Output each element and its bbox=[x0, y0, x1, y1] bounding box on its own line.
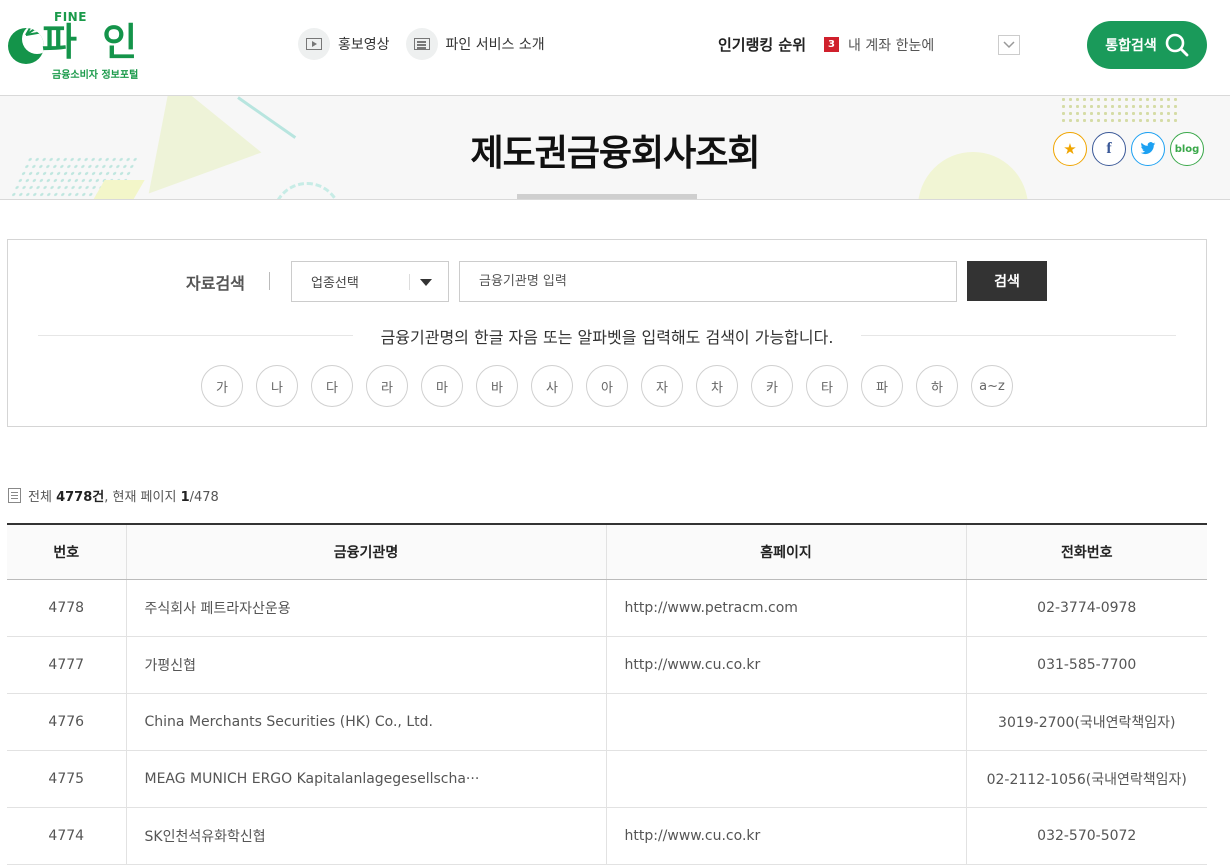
dropdown-arrow-icon bbox=[420, 279, 432, 286]
table-row[interactable]: 4778 주식회사 페트라자산운용 http://www.petracm.com 02… bbox=[7, 579, 1207, 637]
blog-icon: blog bbox=[1174, 143, 1200, 155]
institution-table: 번호 금융기관명 홈페이지 전화번호 4778 주식회사 페트라자산운용 http:… bbox=[7, 523, 1207, 865]
page-total: /478 bbox=[189, 490, 219, 505]
search-submit-button[interactable]: 검색 bbox=[967, 261, 1047, 301]
initial-button[interactable]: 사 bbox=[531, 365, 573, 407]
column-number: 번호 bbox=[7, 523, 126, 580]
blog-share-button[interactable]: blog bbox=[1170, 132, 1204, 166]
bookmark-star-button[interactable]: ★ bbox=[1053, 132, 1087, 166]
table-row[interactable]: 4776 China Merchants Securities (HK) Co.,… bbox=[7, 693, 1207, 751]
page-prefix: , 현재 페이지 bbox=[104, 490, 181, 505]
twitter-icon bbox=[1140, 142, 1156, 155]
integrated-search-button[interactable]: 통합검색 bbox=[1087, 21, 1207, 69]
row-homepage-link[interactable]: http://www.petracm.com bbox=[605, 579, 966, 637]
ranking-expand-button[interactable] bbox=[998, 34, 1021, 55]
initial-button[interactable]: 라 bbox=[366, 365, 408, 407]
nav-promo-video-label: 홍보영상 bbox=[338, 37, 390, 53]
star-icon: ★ bbox=[1063, 140, 1077, 158]
table-header-row: 번호 금융기관명 홈페이지 전화번호 bbox=[7, 523, 1207, 580]
chevron-down-icon bbox=[1003, 40, 1015, 48]
facebook-icon: f bbox=[1106, 140, 1112, 157]
search-label: 자료검색 bbox=[186, 274, 245, 293]
row-number: 4775 bbox=[7, 750, 126, 808]
search-panel: 자료검색 업종선택 검색 금융기관명의 한글 자음 또는 알파벳을 입력해도 검… bbox=[7, 239, 1207, 427]
logo-mark-icon bbox=[8, 28, 44, 64]
results-summary: 전체 4778건, 현재 페이지 1/478 bbox=[8, 486, 219, 505]
initial-button[interactable]: 자 bbox=[641, 365, 683, 407]
row-institution-name[interactable]: 가평신협 bbox=[125, 636, 606, 694]
title-underline bbox=[517, 194, 697, 199]
column-homepage: 홈페이지 bbox=[605, 523, 966, 580]
page-banner: 제도권금융회사조회 ★ f blog bbox=[0, 96, 1230, 200]
column-name: 금융기관명 bbox=[125, 523, 606, 580]
row-number: 4776 bbox=[7, 693, 126, 751]
initial-filter: 가 나 다 라 마 바 사 아 자 차 카 타 파 하 a~z bbox=[201, 365, 1013, 407]
header-nav: 홍보영상 파인 서비스 소개 bbox=[298, 28, 545, 60]
row-homepage-link[interactable]: http://www.cu.co.kr bbox=[605, 636, 966, 694]
initial-button[interactable]: 파 bbox=[861, 365, 903, 407]
row-phone: 3019-2700(국내연락책임자) bbox=[965, 693, 1207, 751]
twitter-share-button[interactable] bbox=[1131, 132, 1165, 166]
total-prefix: 전체 bbox=[28, 490, 57, 505]
initial-button[interactable]: 차 bbox=[696, 365, 738, 407]
row-number: 4774 bbox=[7, 807, 126, 865]
nav-service-intro[interactable]: 파인 서비스 소개 bbox=[405, 28, 545, 60]
fine-logo[interactable]: FINE 파 인 금융소비자 정보포털 bbox=[8, 10, 148, 82]
total-count: 4778건 bbox=[56, 490, 105, 505]
column-phone: 전화번호 bbox=[965, 523, 1207, 580]
row-phone: 031-585-7700 bbox=[965, 636, 1207, 694]
row-institution-name[interactable]: China Merchants Securities (HK) Co., Ltd… bbox=[125, 693, 606, 751]
video-icon bbox=[298, 28, 330, 60]
row-homepage-link[interactable]: http://www.cu.co.kr bbox=[605, 807, 966, 865]
site-header: FINE 파 인 금융소비자 정보포털 홍보영상 파인 서비스 소개 인기랭킹 … bbox=[0, 0, 1230, 96]
row-phone: 02-2112-1056(국내연락책임자) bbox=[965, 750, 1207, 808]
search-hint: 금융기관명의 한글 자음 또는 알파벳을 입력해도 검색이 가능합니다. bbox=[352, 328, 862, 347]
ranking-title: 인기랭킹 순위 bbox=[718, 36, 807, 54]
logo-subtitle: 금융소비자 정보포털 bbox=[52, 70, 139, 81]
integrated-search-label: 통합검색 bbox=[1105, 38, 1157, 54]
row-institution-name[interactable]: MEAG MUNICH ERGO Kapitalanlagegesellscha… bbox=[125, 750, 606, 808]
document-icon bbox=[405, 28, 438, 60]
initial-button[interactable]: 나 bbox=[256, 365, 298, 407]
category-select-value: 업종선택 bbox=[311, 276, 359, 291]
row-number: 4777 bbox=[7, 636, 126, 694]
table-row[interactable]: 4775 MEAG MUNICH ERGO Kapitalanlagegesell… bbox=[7, 750, 1207, 808]
row-number: 4778 bbox=[7, 579, 126, 637]
initial-button[interactable]: a~z bbox=[971, 365, 1013, 407]
initial-button[interactable]: 마 bbox=[421, 365, 463, 407]
row-homepage-link bbox=[605, 693, 966, 751]
initial-button[interactable]: 하 bbox=[916, 365, 958, 407]
table-row[interactable]: 4774 SK인천석유화학신협 http://www.cu.co.kr 032-570… bbox=[7, 807, 1207, 865]
initial-button[interactable]: 타 bbox=[806, 365, 848, 407]
share-buttons: ★ f blog bbox=[1053, 132, 1204, 166]
row-phone: 032-570-5072 bbox=[965, 807, 1207, 865]
popular-ranking: 인기랭킹 순위 3 내 계좌 한눈에 bbox=[718, 34, 1021, 55]
page-title: 제도권금융회사조회 bbox=[470, 133, 760, 174]
logo-name: 파 인 bbox=[42, 20, 144, 64]
current-page: 1 bbox=[180, 490, 190, 505]
category-select[interactable]: 업종선택 bbox=[291, 261, 449, 302]
ranking-number-badge: 3 bbox=[824, 37, 840, 52]
initial-button[interactable]: 카 bbox=[751, 365, 793, 407]
row-institution-name[interactable]: SK인천석유화학신협 bbox=[125, 807, 606, 865]
row-homepage-link bbox=[605, 750, 966, 808]
initial-button[interactable]: 다 bbox=[311, 365, 353, 407]
facebook-share-button[interactable]: f bbox=[1092, 132, 1126, 166]
search-icon bbox=[1165, 33, 1189, 57]
initial-button[interactable]: 가 bbox=[201, 365, 243, 407]
table-row[interactable]: 4777 가평신협 http://www.cu.co.kr 031-585-7700 bbox=[7, 636, 1207, 694]
institution-name-input[interactable] bbox=[459, 261, 957, 302]
initial-button[interactable]: 아 bbox=[586, 365, 628, 407]
document-icon bbox=[8, 488, 21, 503]
nav-promo-video[interactable]: 홍보영상 bbox=[298, 28, 390, 60]
ranking-item-link[interactable]: 내 계좌 한눈에 bbox=[848, 35, 998, 55]
nav-service-intro-label: 파인 서비스 소개 bbox=[445, 37, 545, 53]
row-phone: 02-3774-0978 bbox=[965, 579, 1207, 637]
initial-button[interactable]: 바 bbox=[476, 365, 518, 407]
row-institution-name[interactable]: 주식회사 페트라자산운용 bbox=[125, 579, 606, 637]
